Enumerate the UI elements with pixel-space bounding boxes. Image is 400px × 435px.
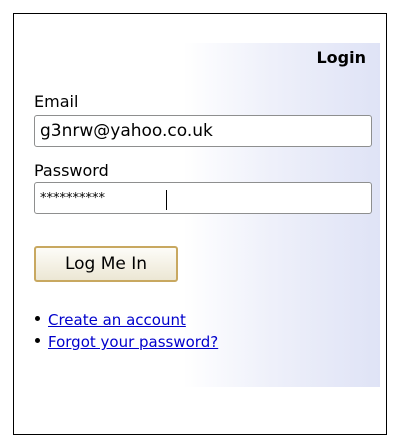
bullet-icon — [35, 316, 40, 321]
login-title: Login — [316, 48, 366, 67]
login-frame: Login Email Password Log Me In Create an… — [13, 13, 387, 435]
password-label: Password — [34, 161, 109, 180]
log-me-in-button[interactable]: Log Me In — [34, 246, 178, 282]
forgot-password-link[interactable]: Forgot your password? — [48, 333, 218, 351]
login-panel: Login Email Password Log Me In Create an… — [22, 43, 380, 387]
text-caret — [166, 190, 167, 210]
account-links: Create an account Forgot your password? — [34, 309, 218, 353]
password-field[interactable] — [34, 182, 372, 214]
bullet-icon — [35, 338, 40, 343]
create-account-link[interactable]: Create an account — [48, 311, 186, 329]
email-field[interactable] — [34, 115, 372, 147]
list-item: Forgot your password? — [34, 331, 218, 353]
email-label: Email — [34, 92, 79, 111]
list-item: Create an account — [34, 309, 218, 331]
